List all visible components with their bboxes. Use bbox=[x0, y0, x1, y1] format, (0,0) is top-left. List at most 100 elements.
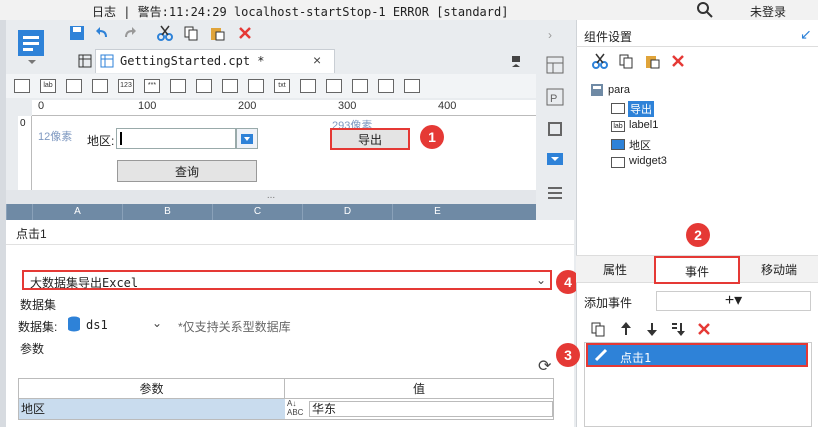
search-icon[interactable] bbox=[696, 1, 714, 19]
tree-node-widget3[interactable]: widget3 bbox=[629, 155, 667, 167]
query-icon bbox=[611, 157, 625, 168]
tab-events[interactable]: 事件 bbox=[654, 256, 740, 284]
tree-node-export[interactable]: 导出 bbox=[628, 101, 654, 117]
move-bottom-icon[interactable] bbox=[670, 321, 686, 337]
date-widget-icon[interactable] bbox=[196, 79, 212, 93]
widget-settings-icon[interactable] bbox=[546, 150, 564, 168]
frame-icon[interactable] bbox=[546, 120, 564, 138]
param-section-title: 参数 bbox=[20, 342, 45, 356]
event-list-item[interactable]: 点击1 bbox=[586, 343, 808, 367]
copy-icon[interactable] bbox=[182, 24, 200, 42]
collapse-panel-icon[interactable]: ↙ bbox=[800, 26, 812, 43]
splitter[interactable]: ... bbox=[6, 190, 536, 204]
vertical-ruler: 0 bbox=[18, 116, 32, 190]
password-widget-icon[interactable]: *** bbox=[144, 79, 160, 93]
delete-icon[interactable] bbox=[236, 24, 254, 42]
tree-widget-icon[interactable] bbox=[222, 79, 238, 93]
svg-text:P: P bbox=[550, 93, 557, 105]
parameter-icon[interactable]: P bbox=[546, 88, 564, 106]
tab-gettingstarted[interactable]: GettingStarted.cpt * × bbox=[95, 49, 335, 73]
redo-icon[interactable] bbox=[120, 24, 138, 42]
query-button[interactable]: 查询 bbox=[117, 160, 257, 182]
query-widget-icon[interactable] bbox=[378, 79, 394, 93]
para-icon bbox=[591, 84, 603, 96]
button-widget-icon[interactable] bbox=[14, 79, 30, 93]
list-icon[interactable] bbox=[546, 184, 564, 202]
event-title: 点击1 bbox=[16, 227, 47, 241]
dataset-value[interactable]: ds1 bbox=[86, 318, 108, 332]
copy-icon[interactable] bbox=[590, 321, 606, 337]
grid-corner bbox=[6, 204, 32, 220]
cut-icon[interactable] bbox=[156, 24, 174, 42]
list-widget-icon[interactable] bbox=[326, 79, 342, 93]
tree-node-para[interactable]: para bbox=[608, 84, 630, 96]
chevron-down-icon[interactable]: ⌄ bbox=[152, 316, 162, 330]
grid-column[interactable]: B bbox=[122, 204, 212, 220]
grid-column[interactable]: A bbox=[32, 204, 122, 220]
pencil-icon bbox=[594, 348, 608, 362]
tab-label: GettingStarted.cpt * bbox=[120, 54, 265, 68]
copy-icon[interactable] bbox=[617, 52, 635, 70]
divider bbox=[576, 46, 818, 47]
arrow-down-icon[interactable] bbox=[644, 321, 660, 337]
area-input[interactable] bbox=[116, 128, 236, 149]
combo-widget-icon[interactable] bbox=[170, 79, 186, 93]
action-type-value: 大数据集导出Excel bbox=[30, 276, 139, 290]
tab-menu-icon[interactable] bbox=[508, 52, 526, 70]
paste-icon[interactable] bbox=[208, 24, 226, 42]
add-event-button[interactable]: +▾ bbox=[656, 291, 811, 311]
reset-widget-icon[interactable] bbox=[404, 79, 420, 93]
delete-icon[interactable] bbox=[696, 321, 712, 337]
tree-node-label1[interactable]: label1 bbox=[629, 119, 658, 131]
event-item-label: 点击1 bbox=[620, 351, 652, 365]
file-widget-icon[interactable]: txt bbox=[274, 79, 290, 93]
ruler-tick: 100 bbox=[138, 100, 157, 112]
chevron-right-icon[interactable]: › bbox=[548, 28, 552, 42]
designer-logo-icon[interactable] bbox=[14, 26, 50, 66]
export-button[interactable]: 导出 bbox=[330, 128, 410, 150]
grid-column[interactable]: C bbox=[212, 204, 302, 220]
save-icon[interactable] bbox=[68, 24, 86, 42]
ruler-tick: 400 bbox=[438, 100, 457, 112]
arrow-up-icon[interactable] bbox=[618, 321, 634, 337]
button-icon bbox=[611, 103, 625, 114]
action-type-select[interactable]: 大数据集导出Excel ⌄ bbox=[22, 270, 552, 290]
param-header: 参数 bbox=[19, 379, 285, 399]
textbox-widget-icon[interactable] bbox=[66, 79, 82, 93]
close-tab-icon[interactable]: × bbox=[313, 52, 321, 68]
undo-icon[interactable] bbox=[94, 24, 112, 42]
ruler-tick: 0 bbox=[38, 100, 45, 112]
callout-badge-3: 3 bbox=[556, 343, 580, 367]
grid-layout-icon[interactable] bbox=[76, 52, 94, 70]
cut-icon[interactable] bbox=[591, 52, 609, 70]
ruler-tick: 0 bbox=[20, 118, 26, 129]
value-header: 值 bbox=[285, 379, 553, 399]
tree-node-area[interactable]: 地区 bbox=[629, 137, 651, 153]
multi-widget-icon[interactable] bbox=[352, 79, 368, 93]
delete-icon[interactable] bbox=[669, 52, 687, 70]
area-dropdown-icon[interactable] bbox=[236, 128, 258, 149]
tab-mobile[interactable]: 移动端 bbox=[740, 256, 818, 284]
design-canvas[interactable] bbox=[32, 116, 536, 190]
param-name-cell[interactable]: 地区 bbox=[19, 399, 285, 419]
login-status[interactable]: 未登录 bbox=[750, 3, 786, 20]
tab-properties[interactable]: 属性 bbox=[576, 256, 654, 284]
refresh-icon[interactable]: ⟳ bbox=[538, 356, 551, 376]
ruler-tick: 300 bbox=[338, 100, 357, 112]
text-type-icon[interactable]: A↓ ABC bbox=[287, 399, 303, 417]
database-icon bbox=[68, 316, 80, 332]
param-value-cell[interactable]: A↓ ABC 华东 bbox=[285, 399, 553, 419]
param-value-input[interactable]: 华东 bbox=[309, 401, 553, 417]
number-widget-icon[interactable]: 123 bbox=[118, 79, 134, 93]
grid-column[interactable]: D bbox=[302, 204, 392, 220]
paste-icon[interactable] bbox=[643, 52, 661, 70]
label-widget-icon[interactable]: lab bbox=[40, 79, 56, 93]
grid-column[interactable]: E bbox=[392, 204, 482, 220]
textarea-widget-icon[interactable] bbox=[92, 79, 108, 93]
combo-icon bbox=[611, 139, 625, 150]
layout-icon[interactable] bbox=[546, 56, 564, 74]
side-toolbar: › P bbox=[538, 20, 574, 220]
panel-title: 组件设置 bbox=[584, 30, 633, 44]
checkbox-widget-icon[interactable] bbox=[300, 79, 316, 93]
radio-widget-icon[interactable] bbox=[248, 79, 264, 93]
